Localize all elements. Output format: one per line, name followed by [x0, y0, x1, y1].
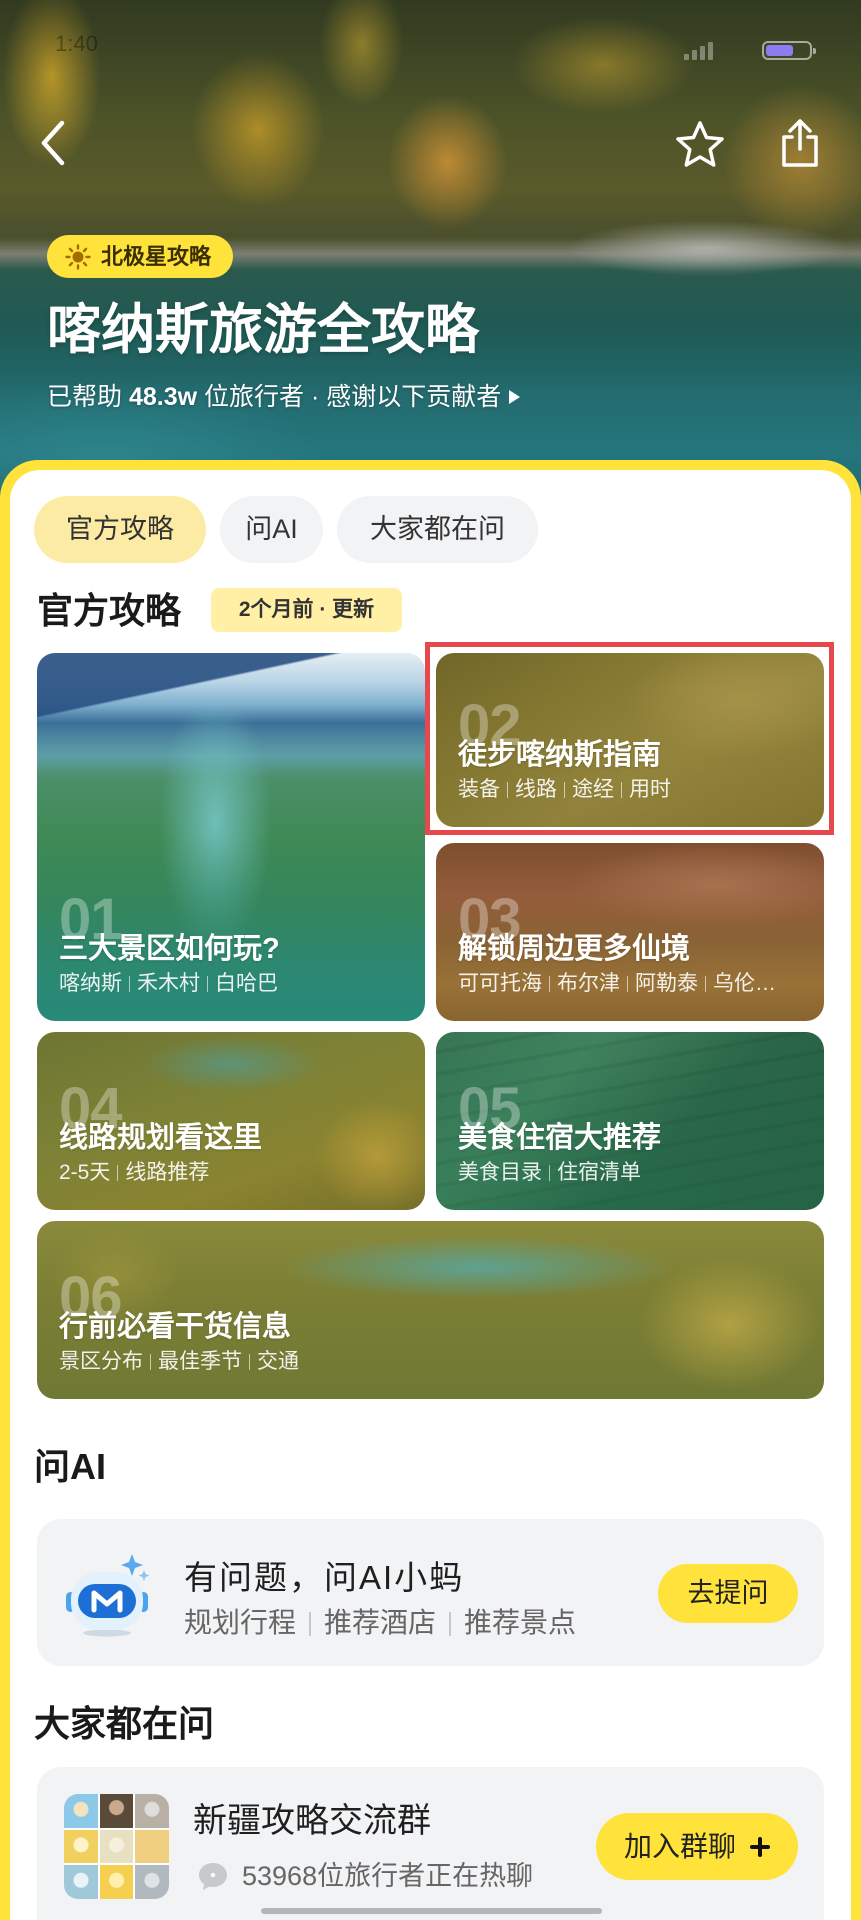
avatar-tile	[64, 1829, 98, 1864]
card-tag: 乌伦…	[698, 972, 776, 995]
star-icon[interactable]	[674, 119, 726, 171]
avatar-tile	[135, 1794, 169, 1828]
card-tags: 可可托海 布尔津 阿勒泰 乌伦…	[458, 971, 810, 997]
page-title: 喀纳斯旅游全攻略	[47, 300, 479, 360]
everyone-asks-heading: 大家都在问	[34, 1703, 215, 1744]
subtitle-separator: ·	[311, 383, 320, 411]
card-tag: 布尔津	[542, 972, 620, 995]
card-tag: 住宿清单	[542, 1161, 641, 1184]
official-guide-heading: 官方攻略	[37, 590, 182, 631]
chevron-left-icon[interactable]	[34, 117, 74, 169]
card-tag: 2-5天	[59, 1161, 111, 1184]
join-group-label: 加入群聊	[623, 1831, 736, 1862]
group-avatar-grid	[64, 1794, 169, 1899]
guide-card-05[interactable]: 05 美食住宿大推荐 美食目录 住宿清单	[436, 1032, 824, 1210]
share-icon[interactable]	[776, 117, 824, 169]
card-tag: 可可托海	[458, 972, 542, 995]
card-tag: 最佳季节	[143, 1350, 242, 1373]
guide-badge: 北极星攻略	[47, 235, 234, 278]
guide-badge-label: 北极星攻略	[101, 244, 212, 269]
ai-tag: 推荐景点	[436, 1607, 576, 1638]
guide-card-01[interactable]: 01 三大景区如何玩? 喀纳斯 禾木村 白哈巴	[37, 653, 425, 1021]
highlight-box	[425, 642, 834, 835]
avatar-tile	[99, 1829, 134, 1864]
hero-subtitle: 已帮助 48.3w 位旅行者 · 感谢以下贡献者	[47, 382, 521, 412]
avatar-tile	[135, 1865, 169, 1899]
home-indicator[interactable]	[261, 1908, 602, 1914]
card-title: 行前必看干货信息	[59, 1311, 292, 1343]
card-title: 三大景区如何玩?	[59, 933, 280, 965]
card-tags: 美食目录 住宿清单	[458, 1160, 810, 1186]
guide-card-06[interactable]: 06 行前必看干货信息 景区分布 最佳季节 交通	[37, 1221, 824, 1399]
avatar-tile	[99, 1794, 134, 1828]
helped-suffix: 位旅行者	[204, 383, 305, 411]
card-tag: 喀纳斯	[59, 972, 122, 995]
avatar-tile	[135, 1829, 169, 1864]
contributors-link[interactable]: 感谢以下贡献者	[326, 383, 521, 411]
ai-tag: 推荐酒店	[296, 1607, 436, 1638]
status-time: 1:40	[55, 31, 98, 56]
card-tag: 交通	[242, 1350, 299, 1373]
tab-everyone-asks[interactable]: 大家都在问	[337, 496, 538, 563]
card-title: 解锁周边更多仙境	[458, 933, 691, 965]
card-tag: 白哈巴	[200, 972, 278, 995]
chat-bubble-icon	[199, 1863, 227, 1890]
group-activity: 53968位旅行者正在热聊	[242, 1861, 534, 1891]
tab-ask-ai[interactable]: 问AI	[220, 496, 323, 563]
card-tags: 喀纳斯 禾木村 白哈巴	[59, 971, 411, 997]
card-tag: 阿勒泰	[620, 972, 698, 995]
guide-card-03[interactable]: 03 解锁周边更多仙境 可可托海 布尔津 阿勒泰 乌伦…	[436, 843, 824, 1021]
guide-card-04[interactable]: 04 线路规划看这里 2-5天 线路推荐	[37, 1032, 425, 1210]
play-arrow-icon	[509, 390, 521, 404]
signal-icon	[684, 42, 713, 60]
tab-official-guide[interactable]: 官方攻略	[34, 496, 206, 563]
ask-question-button[interactable]: 去提问	[658, 1564, 798, 1623]
group-name: 新疆攻略交流群	[193, 1802, 431, 1840]
ask-ai-heading: 问AI	[34, 1446, 107, 1487]
sun-icon	[65, 243, 91, 270]
card-title: 线路规划看这里	[59, 1122, 263, 1154]
battery-fill	[766, 45, 794, 56]
card-tags: 景区分布 最佳季节 交通	[59, 1349, 810, 1375]
section-tabs: 官方攻略 问AI 大家都在问	[34, 496, 538, 563]
card-title: 美食住宿大推荐	[458, 1122, 662, 1154]
ai-tag: 规划行程	[184, 1607, 297, 1638]
ask-ai-tags: 规划行程 推荐酒店 推荐景点	[184, 1606, 576, 1640]
card-tag: 线路推荐	[110, 1161, 209, 1184]
card-tag: 美食目录	[458, 1161, 542, 1184]
join-group-button[interactable]: 加入群聊	[596, 1813, 798, 1880]
contributors-label: 感谢以下贡献者	[326, 383, 502, 411]
card-tags: 2-5天 线路推荐	[59, 1160, 411, 1186]
battery-icon	[762, 41, 816, 60]
plus-icon	[750, 1836, 770, 1857]
card-tag: 景区分布	[59, 1350, 143, 1373]
helped-prefix: 已帮助	[47, 383, 123, 411]
ask-ai-title: 有问题，问AI小蚂	[184, 1559, 465, 1596]
ai-robot-icon	[66, 1554, 150, 1637]
update-badge: 2个月前 · 更新	[211, 588, 402, 632]
helped-count: 48.3w	[128, 383, 198, 411]
avatar-tile	[99, 1865, 134, 1899]
avatar-tile	[64, 1794, 98, 1828]
avatar-tile	[64, 1865, 98, 1899]
card-tag: 禾木村	[122, 972, 200, 995]
